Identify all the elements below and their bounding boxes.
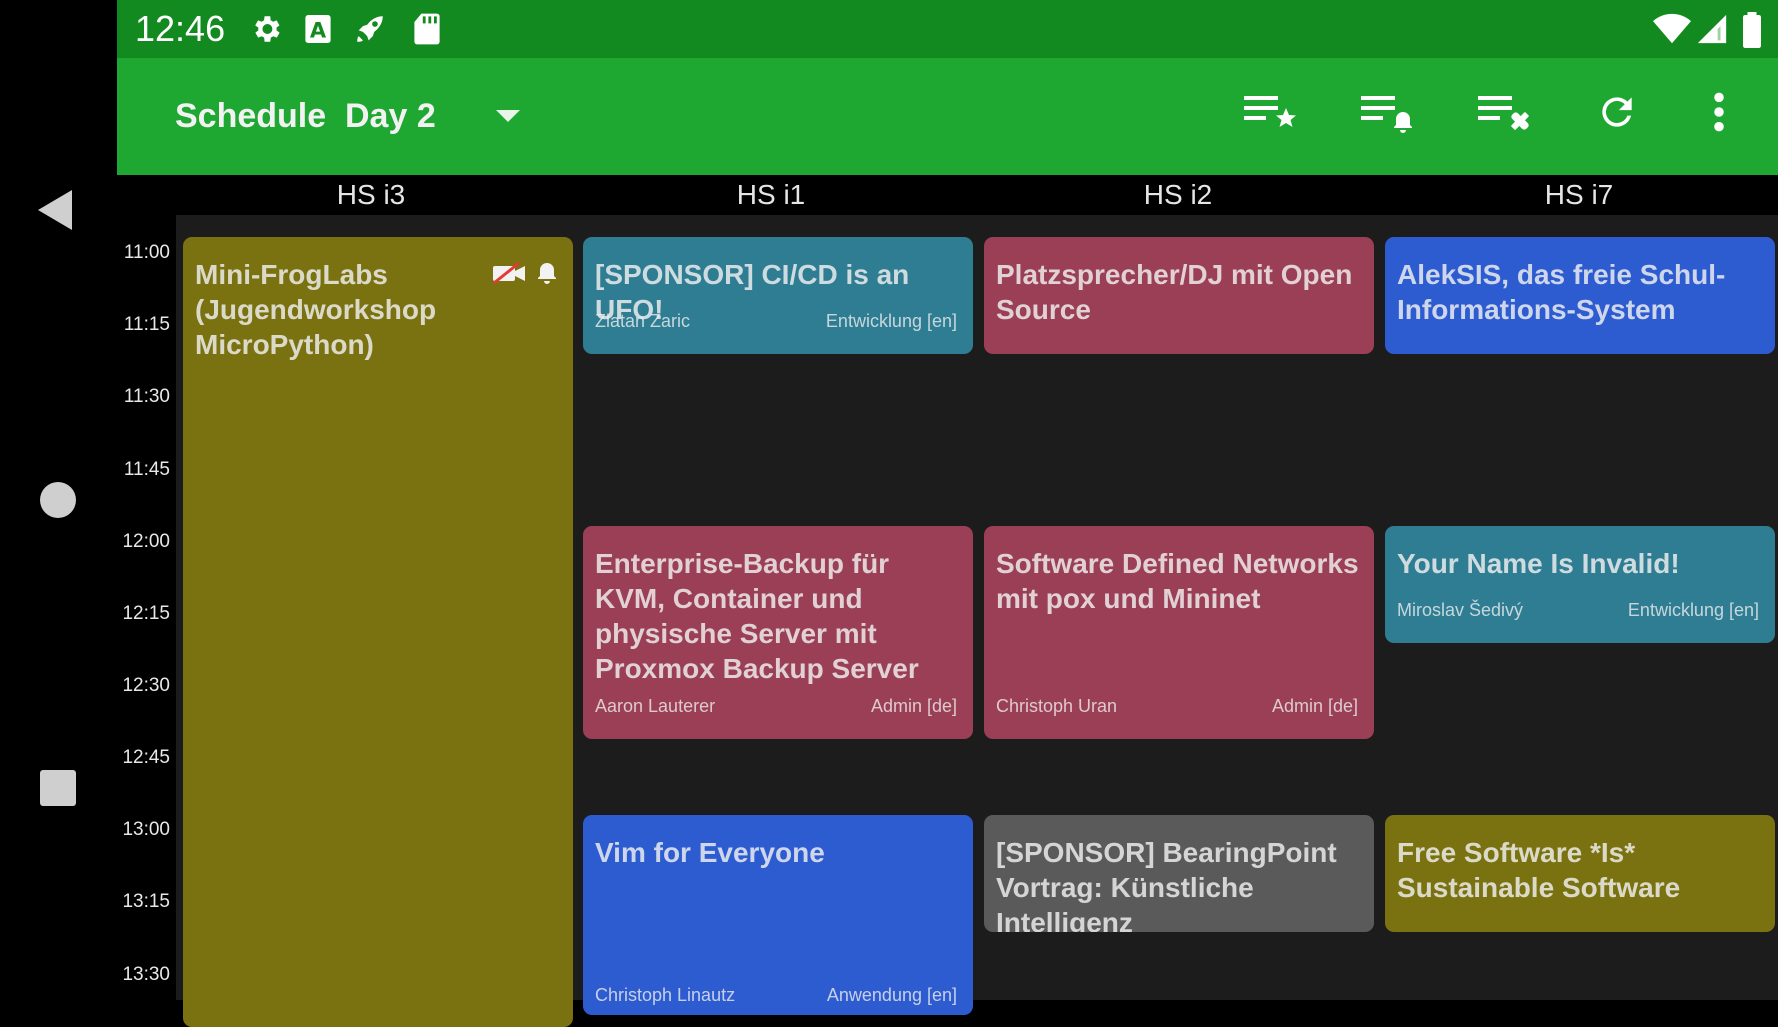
time-label: 13:30 <box>122 964 170 985</box>
event-card[interactable]: Mini-FrogLabs (Jugendworkshop MicroPytho… <box>183 237 573 1027</box>
recents-icon[interactable] <box>40 770 76 806</box>
refresh-icon[interactable] <box>1595 90 1639 134</box>
time-label: 12:00 <box>122 531 170 552</box>
event-title: Platzsprecher/DJ mit Open Source <box>996 259 1353 325</box>
back-icon[interactable] <box>38 190 72 230</box>
event-track: Anwendung [en] <box>826 985 957 1005</box>
event-card[interactable]: Software Defined Networks mit pox und Mi… <box>984 526 1374 739</box>
day-selector[interactable]: Day 2 <box>345 96 436 136</box>
alarms-list-icon[interactable] <box>1359 90 1419 134</box>
event-card[interactable]: [SPONSOR] BearingPoint Vortrag: Künstlic… <box>984 815 1374 932</box>
event-speaker: Christoph Linautz <box>595 985 736 1005</box>
no-recording-icon <box>493 261 525 285</box>
room-header-hs-i1: HS i1 <box>736 179 806 210</box>
status-bar: 12:46 A <box>117 0 1778 58</box>
favorites-list-icon[interactable] <box>1242 90 1302 134</box>
schedule-grid: Mini-FrogLabs (Jugendworkshop MicroPytho… <box>176 215 1778 1027</box>
page-title: Schedule <box>175 97 327 135</box>
room-header-hs-i2: HS i2 <box>1143 179 1213 210</box>
room-header-hs-i3: HS i3 <box>336 179 406 210</box>
svg-text:A: A <box>310 18 327 42</box>
time-label: 11:30 <box>123 386 170 407</box>
event-status-icons <box>491 261 557 285</box>
alarm-bell-icon <box>538 263 556 284</box>
event-track: Admin [de] <box>1271 696 1358 716</box>
event-card[interactable]: Platzsprecher/DJ mit Open Source <box>984 237 1374 354</box>
event-speaker: Zlatan Zaric <box>595 311 691 331</box>
time-gutter: 11:00 11:15 11:30 11:45 12:00 12:15 12:3… <box>117 215 176 1000</box>
event-title: [SPONSOR] BearingPoint Vortrag: Künstlic… <box>996 837 1337 932</box>
rocket-icon <box>357 16 383 42</box>
event-card[interactable]: Enterprise-Backup für KVM, Container und… <box>583 526 973 739</box>
sd-card-icon <box>414 13 440 45</box>
time-label: 13:15 <box>122 891 170 912</box>
room-header-hs-i7: HS i7 <box>1544 179 1614 210</box>
time-label: 13:00 <box>122 819 170 840</box>
event-title: Your Name Is Invalid! <box>1397 548 1680 579</box>
battery-icon <box>1743 12 1761 48</box>
event-title: AlekSIS, das freie Schul-Informations-Sy… <box>1397 259 1726 325</box>
event-title: Free Software *Is* Sustainable Software <box>1397 837 1681 903</box>
time-label: 11:00 <box>123 242 170 263</box>
event-footer: Aaron Lauterer Admin [de] <box>595 696 957 717</box>
event-title: Enterprise-Backup für KVM, Container und… <box>595 548 919 684</box>
event-footer: Christoph Uran Admin [de] <box>996 696 1358 717</box>
event-footer: Christoph Linautz Anwendung [en] <box>595 985 957 1006</box>
overflow-menu-icon[interactable] <box>1711 90 1727 134</box>
time-label: 11:15 <box>123 314 170 335</box>
time-label: 12:15 <box>122 603 170 624</box>
time-label: 12:30 <box>122 675 170 696</box>
event-track: Admin [de] <box>870 696 957 716</box>
event-footer: Miroslav Šedivý Entwicklung [en] <box>1397 600 1759 621</box>
status-time: 12:46 <box>135 8 226 49</box>
event-card[interactable]: Your Name Is Invalid! Miroslav Šedivý En… <box>1385 526 1775 643</box>
chevron-down-icon[interactable] <box>496 110 520 122</box>
event-track: Entwicklung [en] <box>825 311 957 331</box>
app-toolbar: Schedule Day 2 <box>117 58 1778 175</box>
event-title: Mini-FrogLabs (Jugendworkshop MicroPytho… <box>195 259 437 360</box>
system-navigation-bar <box>0 0 117 1000</box>
event-title: Vim for Everyone <box>595 837 825 868</box>
event-card[interactable]: Vim for Everyone Christoph Linautz Anwen… <box>583 815 973 1015</box>
clear-list-icon[interactable] <box>1476 90 1536 134</box>
event-card[interactable]: [SPONSOR] CI/CD is an UFO! Zlatan Zaric … <box>583 237 973 354</box>
room-header-row: HS i3 HS i1 HS i2 HS i7 <box>117 175 1778 215</box>
cell-signal-icon <box>1697 14 1727 44</box>
event-speaker: Christoph Uran <box>996 696 1118 716</box>
event-card[interactable]: AlekSIS, das freie Schul-Informations-Sy… <box>1385 237 1775 354</box>
time-label: 12:45 <box>122 747 170 768</box>
event-track: Entwicklung [en] <box>1627 600 1759 620</box>
a-badge-icon: A <box>305 15 331 43</box>
event-speaker: Miroslav Šedivý <box>1397 600 1524 620</box>
wifi-icon <box>1653 13 1691 44</box>
event-title: Software Defined Networks mit pox und Mi… <box>996 548 1359 614</box>
event-speaker: Aaron Lauterer <box>595 696 716 716</box>
event-card[interactable]: Free Software *Is* Sustainable Software <box>1385 815 1775 932</box>
home-icon[interactable] <box>40 482 76 518</box>
settings-gear-icon <box>255 16 280 42</box>
time-label: 11:45 <box>123 459 170 480</box>
event-footer: Zlatan Zaric Entwicklung [en] <box>595 311 957 332</box>
